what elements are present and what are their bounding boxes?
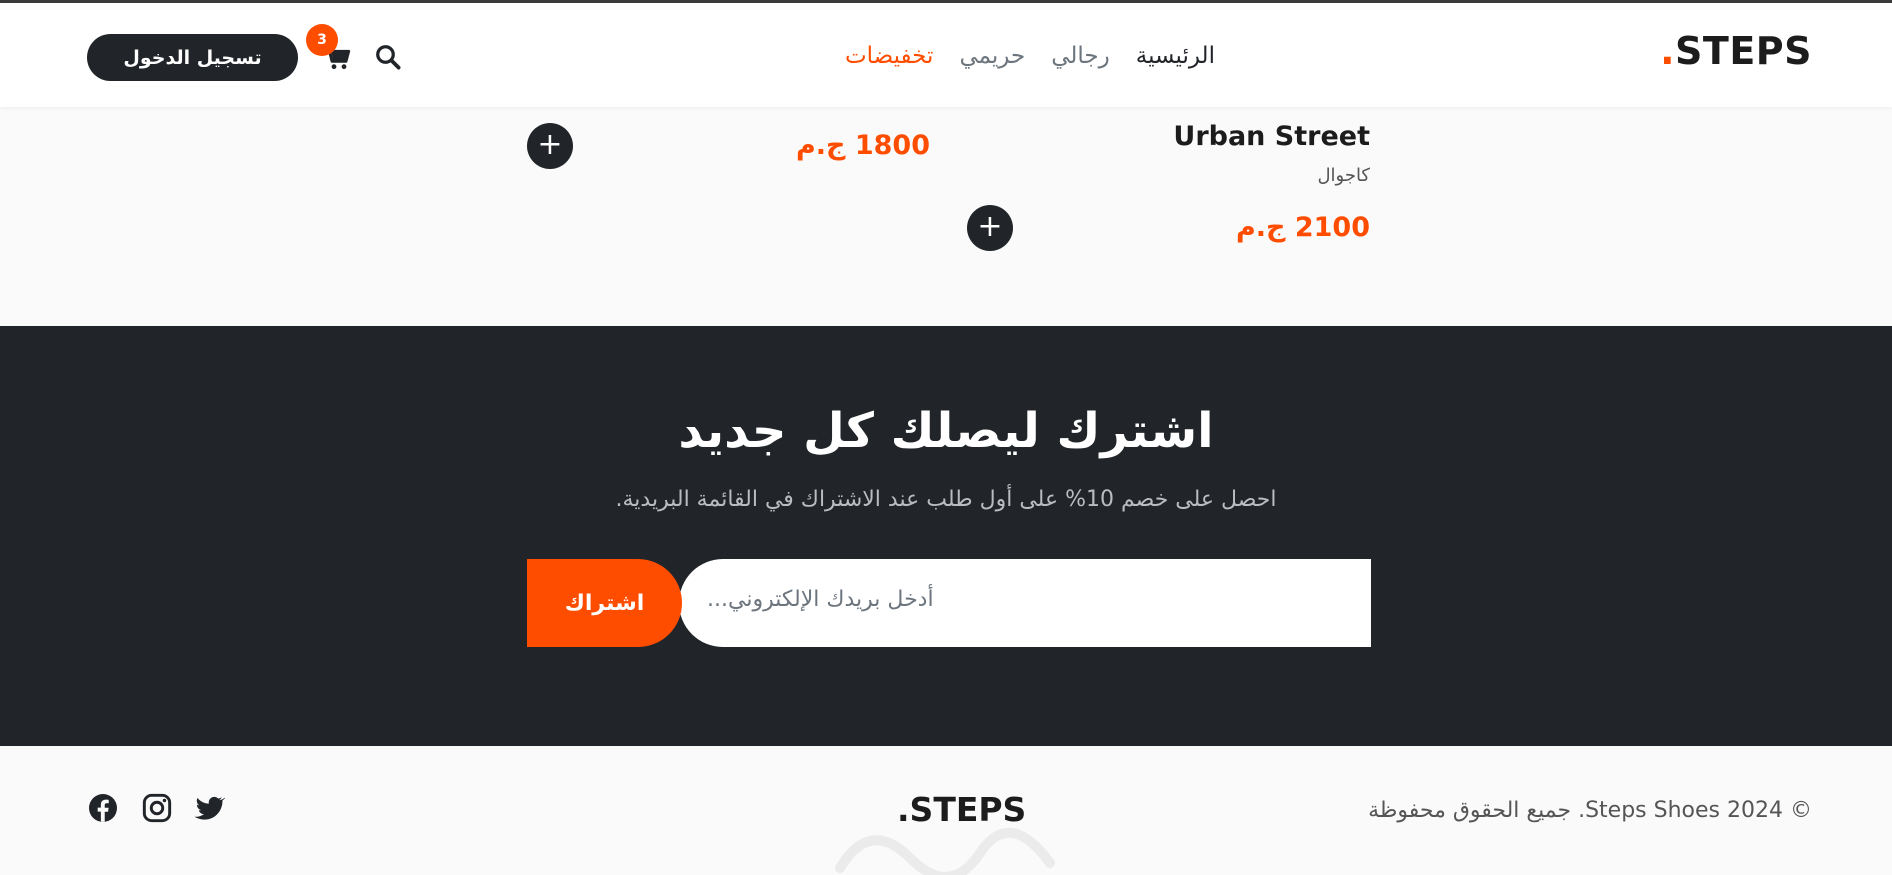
site-header: .STEPS الرئيسية رجالي حريمي تخفيضات 3 تس… [0, 0, 1892, 107]
login-button[interactable]: تسجيل الدخول [87, 34, 298, 81]
nav-item-sale[interactable]: تخفيضات [845, 43, 933, 69]
watermark-logo [835, 827, 1055, 875]
logo-dot: . [1660, 29, 1676, 73]
newsletter-form: أدخل بريدك الإلكتروني... اشتراك [527, 559, 1371, 647]
email-placeholder: أدخل بريدك الإلكتروني... [707, 587, 934, 612]
product-price: 2100 ج.م [1235, 212, 1370, 243]
add-to-cart-button[interactable]: + [527, 123, 573, 169]
newsletter-subtitle: احصل على خصم 10% على أول طلب عند الاشترا… [615, 487, 1277, 512]
newsletter-title: اشترك ليصلك كل جديد [678, 403, 1214, 459]
cart-count-badge: 3 [306, 24, 338, 56]
subscribe-button[interactable]: اشتراك [527, 559, 682, 647]
nav-item-men[interactable]: رجالي [1051, 43, 1110, 69]
nav-item-women[interactable]: حريمي [959, 43, 1025, 69]
search-icon[interactable] [373, 42, 403, 72]
add-to-cart-button[interactable]: + [967, 205, 1013, 251]
nav-item-home[interactable]: الرئيسية [1136, 43, 1215, 69]
twitter-icon[interactable] [193, 792, 226, 824]
site-footer: © 2024 Steps Shoes. جميع الحقوق محفوظة .… [0, 746, 1892, 875]
product-price: 1800 ج.م [795, 130, 930, 161]
logo-text: STEPS [1675, 29, 1812, 73]
newsletter-section: اشترك ليصلك كل جديد احصل على خصم 10% على… [0, 326, 1892, 746]
product-category: كاجوال [1317, 165, 1370, 186]
instagram-icon[interactable] [141, 792, 173, 824]
site-logo[interactable]: .STEPS [1660, 29, 1812, 73]
copyright-text: © 2024 Steps Shoes. جميع الحقوق محفوظة [1368, 798, 1812, 823]
facebook-icon[interactable] [87, 792, 119, 824]
main-nav: الرئيسية رجالي حريمي تخفيضات [845, 43, 1215, 69]
product-name[interactable]: Urban Street [1173, 121, 1370, 152]
